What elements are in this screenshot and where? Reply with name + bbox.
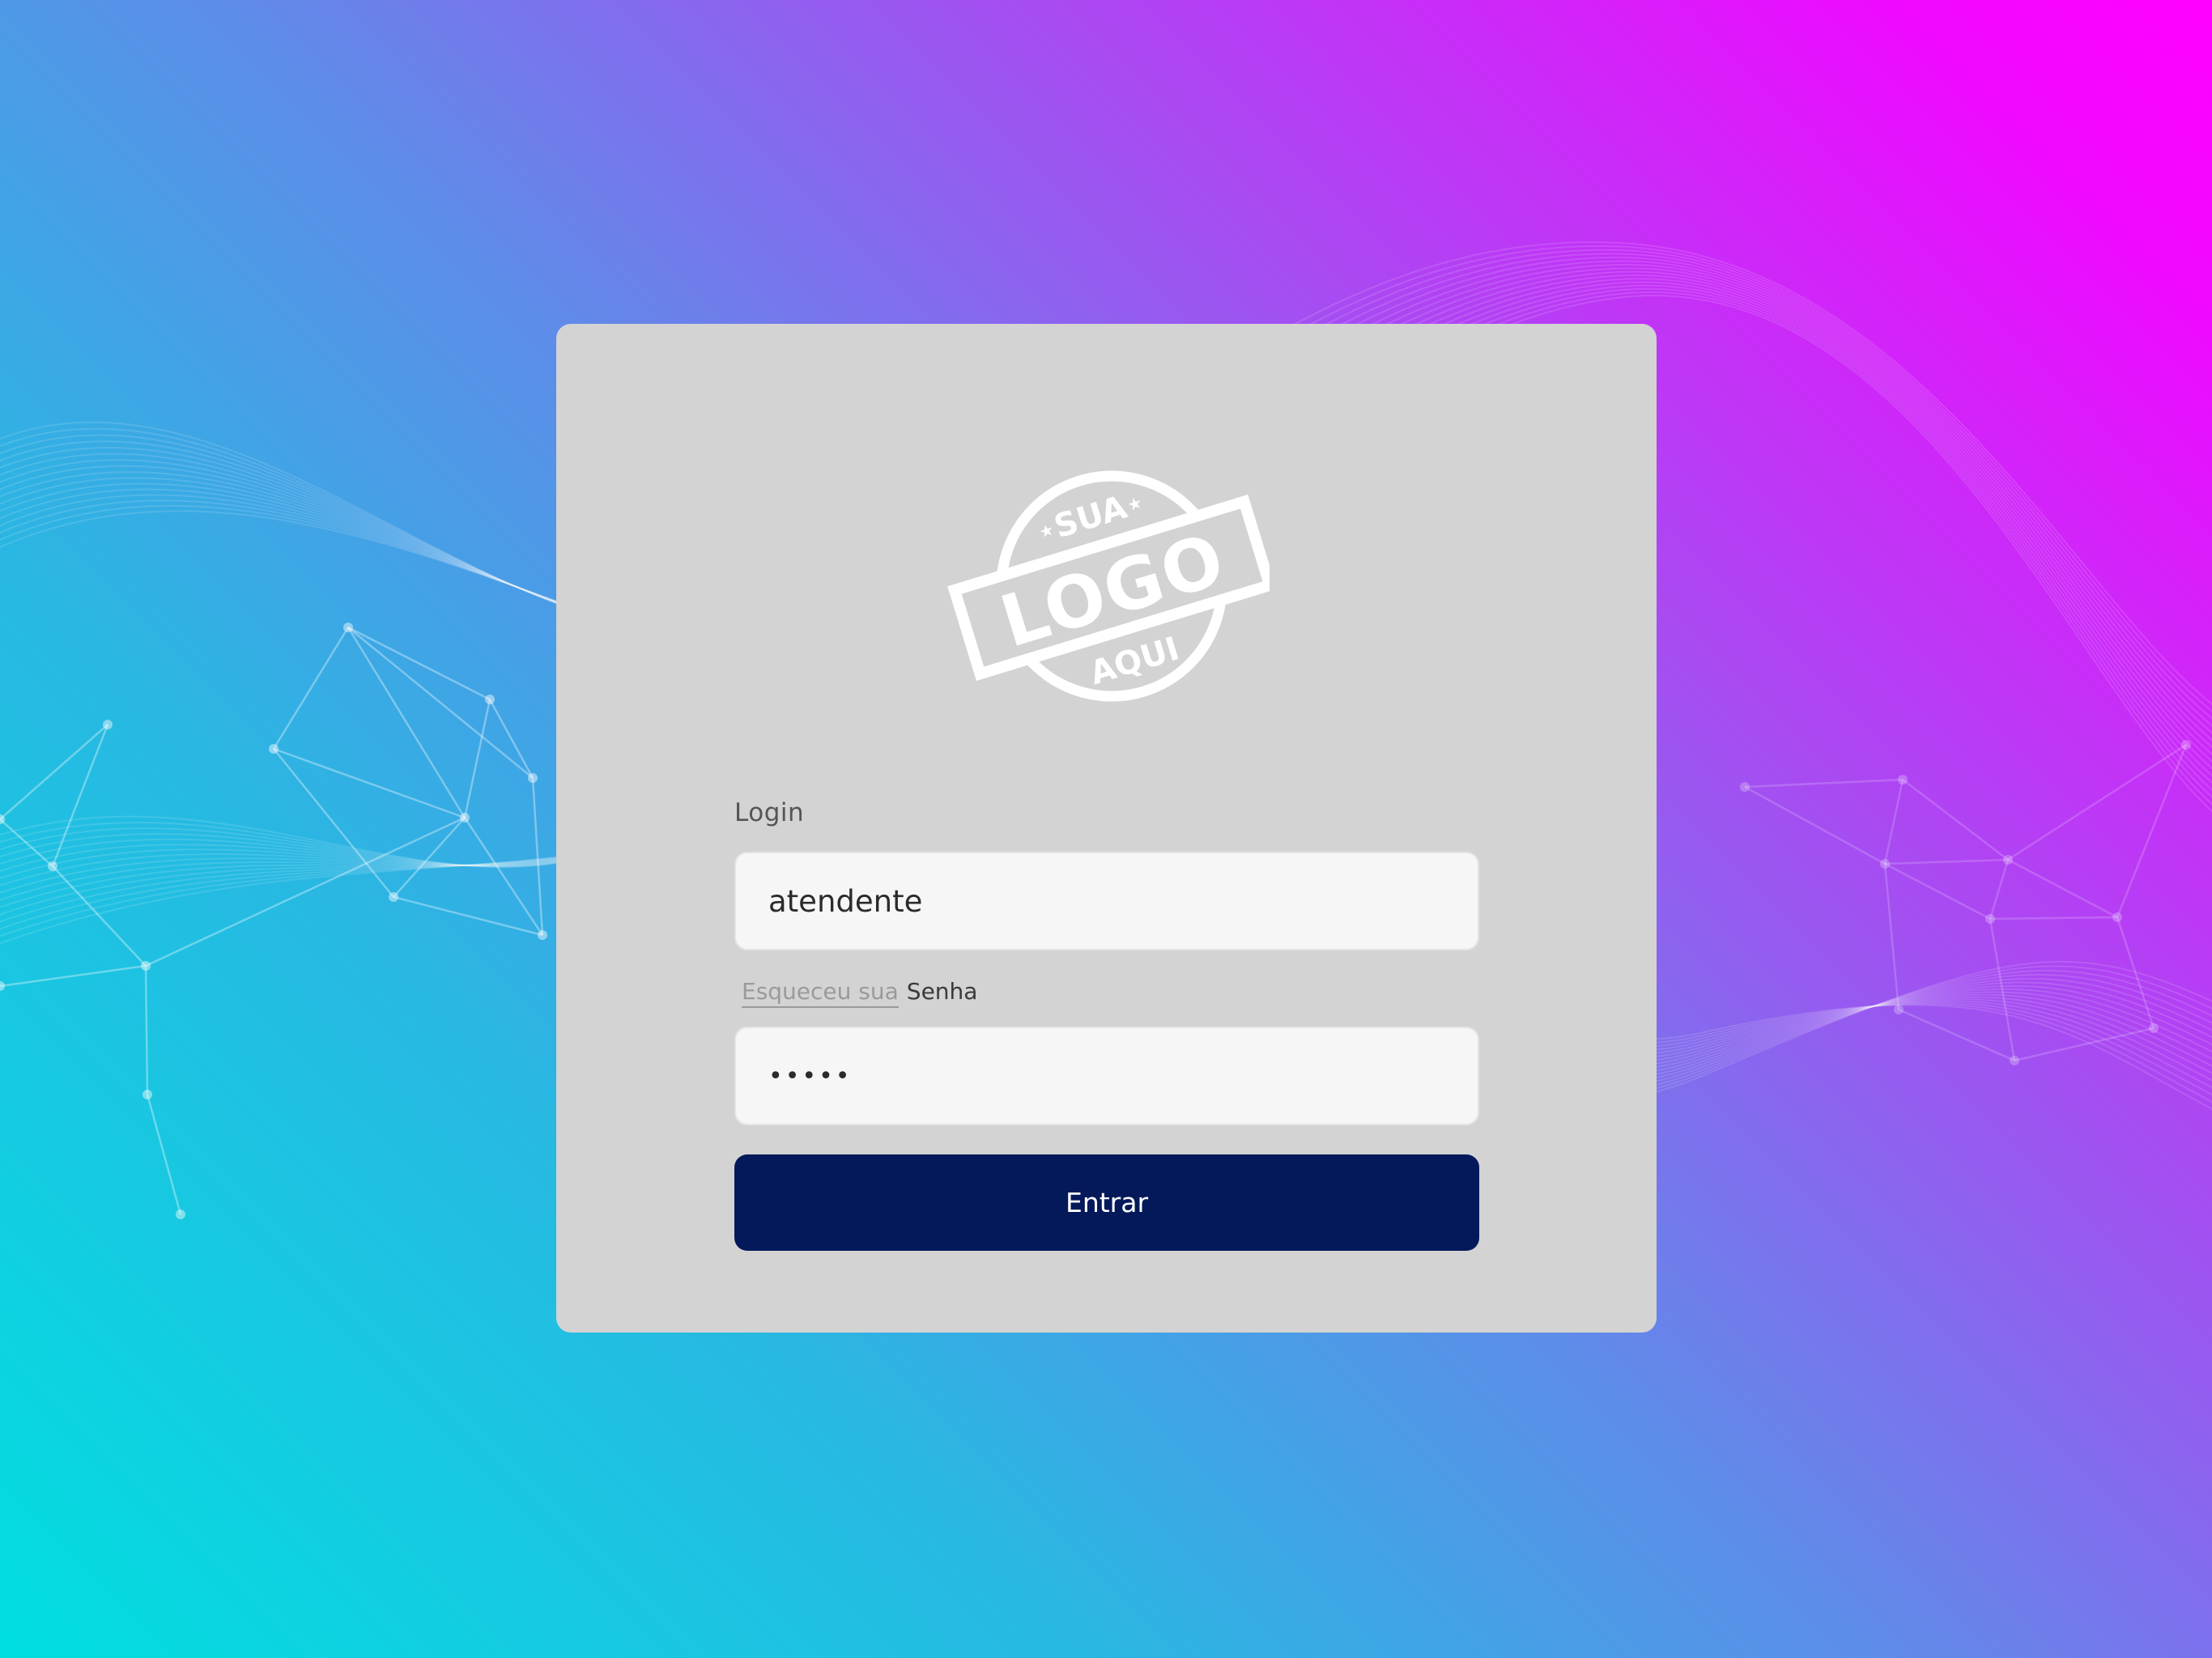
forgot-password-row: Esqueceu sua Senha xyxy=(742,978,978,1008)
svg-text:★: ★ xyxy=(1125,492,1144,515)
login-label: Login xyxy=(734,798,805,827)
logo-stamp-icon: LOGO SUA ★ ★ AQUI xyxy=(947,470,1270,702)
submit-button[interactable]: Entrar xyxy=(734,1154,1479,1251)
login-input[interactable] xyxy=(734,852,1479,950)
password-input[interactable] xyxy=(734,1027,1479,1125)
password-label: Senha xyxy=(906,978,978,1005)
forgot-password-link[interactable]: Esqueceu sua xyxy=(742,978,899,1008)
login-card: LOGO SUA ★ ★ AQUI Login Esqueceu sua Senh… xyxy=(556,324,1657,1333)
